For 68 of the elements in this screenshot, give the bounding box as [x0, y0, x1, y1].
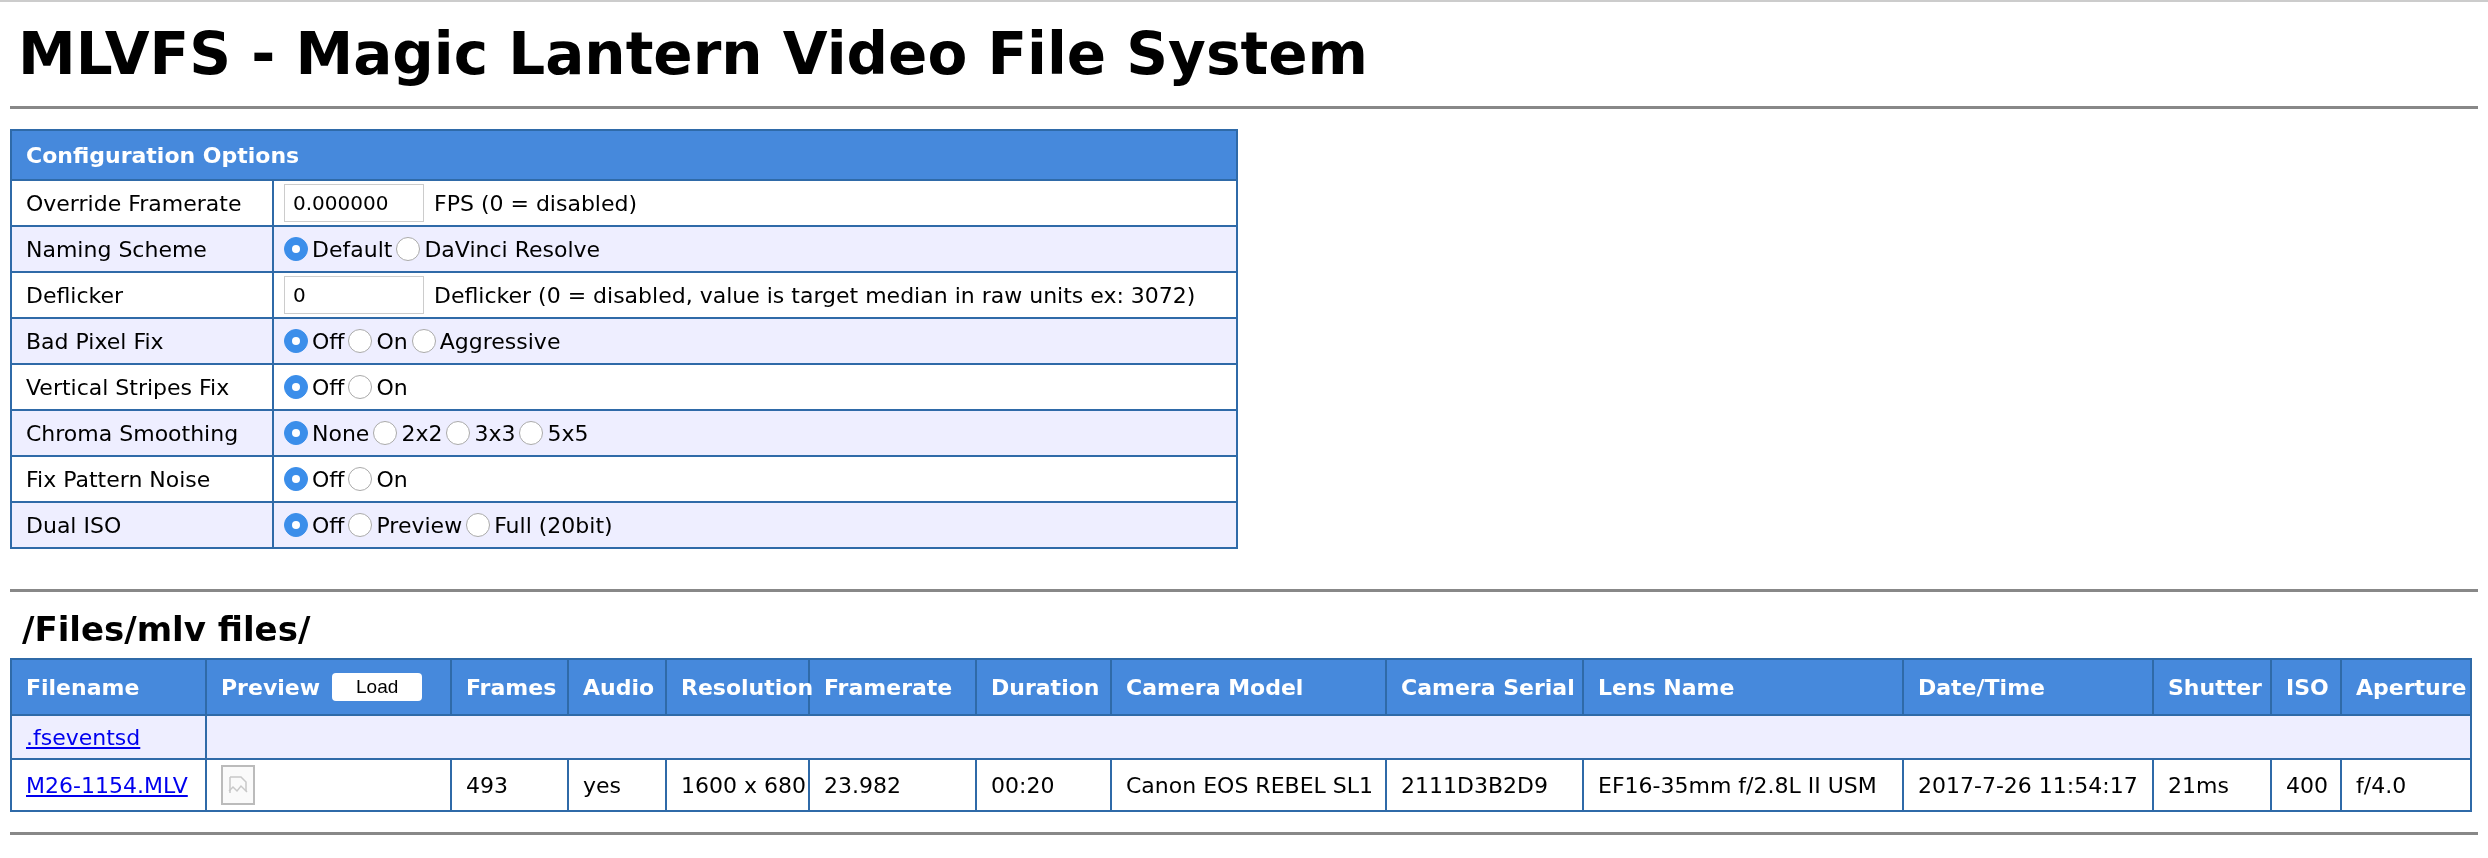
table-cell: yes: [568, 759, 666, 811]
field-note: Deflicker (0 = disabled, value is target median in raw units ex: 3072): [434, 281, 1196, 310]
input-field[interactable]: 0: [284, 276, 424, 314]
table-cell: 2111D3B2D9: [1386, 759, 1583, 811]
radio-button[interactable]: [284, 237, 308, 261]
radio-button[interactable]: [396, 237, 421, 261]
column-header: Shutter: [2168, 674, 2262, 700]
radio-button[interactable]: [348, 329, 373, 353]
radio-label: On: [376, 327, 408, 356]
radio-button[interactable]: [348, 513, 373, 537]
table-cell: 400: [2271, 759, 2341, 811]
table-cell: f/4.0: [2341, 759, 2471, 811]
radio-label: 5x5: [547, 419, 589, 448]
radio-label: Full (20bit): [494, 511, 613, 540]
column-header: Framerate: [824, 674, 953, 700]
radio-button[interactable]: [411, 329, 436, 353]
radio-label: On: [376, 373, 408, 402]
radio-button[interactable]: [284, 513, 308, 537]
radio-label: Off: [312, 327, 345, 356]
radio-label: DaVinci Resolve: [424, 235, 601, 264]
column-header: Lens Name: [1598, 674, 1735, 700]
folder-path: /Files/mlv files/: [22, 608, 312, 651]
radio-label: Preview: [376, 511, 463, 540]
radio-button[interactable]: [348, 375, 373, 399]
page-title: MLVFS - Magic Lantern Video File System: [18, 19, 1369, 90]
column-header: Date/Time: [1918, 674, 2045, 700]
radio-button[interactable]: [284, 467, 308, 491]
column-header: ISO: [2286, 674, 2329, 700]
radio-button[interactable]: [466, 513, 491, 537]
input-field[interactable]: 0.000000: [284, 184, 424, 222]
radio-label: None: [312, 419, 370, 448]
column-header: Camera Serial: [1401, 674, 1575, 700]
radio-label: Aggressive: [439, 327, 561, 356]
table-cell: 21ms: [2153, 759, 2271, 811]
table-cell: Canon EOS REBEL SL1: [1111, 759, 1386, 811]
radio-button[interactable]: [519, 421, 544, 445]
option-label: Dual ISO: [11, 502, 273, 548]
column-header: Duration: [991, 674, 1100, 700]
table-cell: EF16-35mm f/2.8L II USM: [1583, 759, 1903, 811]
radio-label: Off: [312, 465, 345, 494]
radio-button[interactable]: [348, 467, 373, 491]
table-header: Configuration Options: [11, 130, 1237, 180]
radio-button[interactable]: [284, 421, 308, 445]
column-header: Frames: [466, 674, 557, 700]
radio-label: 2x2: [401, 419, 443, 448]
radio-button[interactable]: [373, 421, 398, 445]
radio-label: On: [376, 465, 408, 494]
radio-button[interactable]: [446, 421, 471, 445]
column-header: Filename: [26, 674, 140, 700]
column-header: Camera Model: [1126, 674, 1304, 700]
column-header: Preview: [221, 673, 321, 702]
broken-image-icon: [221, 765, 255, 805]
radio-label: Off: [312, 373, 345, 402]
table-cell: 1600 x 680: [666, 759, 809, 811]
load-button[interactable]: Load: [332, 673, 423, 701]
field-note: FPS (0 = disabled): [434, 189, 638, 218]
radio-label: Off: [312, 511, 345, 540]
radio-button[interactable]: [284, 329, 308, 353]
column-header: Aperture: [2356, 674, 2467, 700]
column-header: Audio: [583, 674, 655, 700]
table-cell: 2017-7-26 11:54:17: [1903, 759, 2153, 811]
table-cell: 23.982: [809, 759, 976, 811]
table-cell: 493: [451, 759, 568, 811]
radio-label: Default: [312, 235, 393, 264]
radio-label: 3x3: [474, 419, 516, 448]
radio-button[interactable]: [284, 375, 308, 399]
column-header: Resolution: [681, 674, 814, 700]
table-cell: 00:20: [976, 759, 1111, 811]
